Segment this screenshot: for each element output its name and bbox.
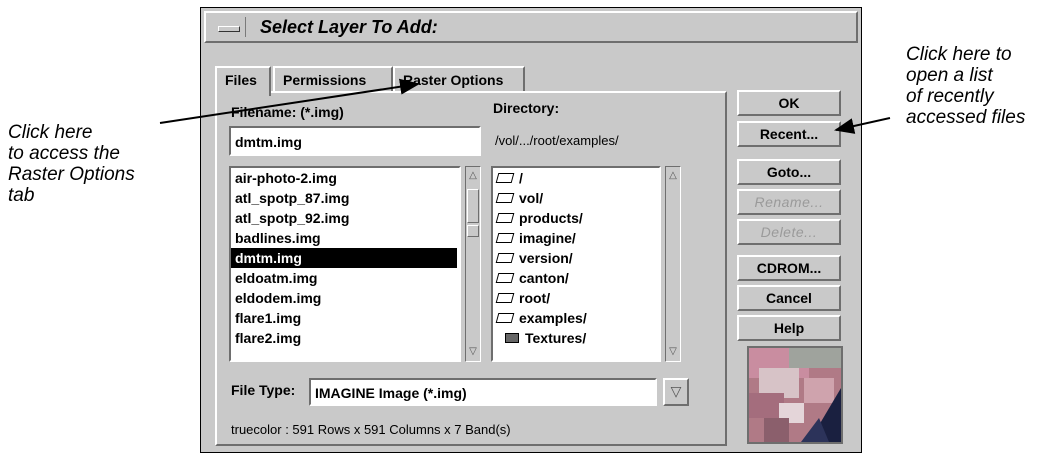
directory-name: / <box>519 170 523 186</box>
image-info: truecolor : 591 Rows x 591 Columns x 7 B… <box>231 422 511 437</box>
open-folder-icon <box>495 313 515 323</box>
title-bar[interactable]: Select Layer To Add: <box>204 11 858 43</box>
satellite-thumbnail <box>749 348 841 442</box>
filename-input[interactable]: dmtm.img <box>229 126 481 156</box>
directory-list[interactable]: / vol/products/imagine/version/canton/roo… <box>491 166 661 362</box>
directory-name: canton/ <box>519 270 569 286</box>
annotation-line: accessed files <box>906 107 1026 128</box>
file-list-item[interactable]: eldoatm.img <box>231 268 459 288</box>
directory-name: examples/ <box>519 310 587 326</box>
ok-button[interactable]: OK <box>737 90 841 116</box>
directory-list-item[interactable]: root/ <box>493 288 659 308</box>
select-layer-dialog: Select Layer To Add: Files Permissions R… <box>200 7 862 453</box>
file-list-item[interactable]: air-photo-2.img <box>231 168 459 188</box>
window-menu-icon[interactable] <box>210 17 246 37</box>
file-list-item[interactable]: flare2.img <box>231 328 459 348</box>
directory-name: root/ <box>519 290 551 306</box>
open-folder-icon <box>495 273 515 283</box>
open-folder-icon <box>495 253 515 263</box>
annotation-raster-options: Click here to access the Raster Options … <box>8 122 135 206</box>
file-list[interactable]: air-photo-2.img atl_spotp_87.img atl_spotp… <box>229 166 461 362</box>
directory-list-item[interactable]: products/ <box>493 208 659 228</box>
tab-raster-options[interactable]: Raster Options <box>393 66 525 92</box>
scroll-up-icon[interactable]: △ <box>667 169 679 183</box>
filename-label: Filename: (*.img) <box>231 104 344 120</box>
annotation-line: Click here <box>8 122 93 143</box>
annotation-line: open a list <box>906 65 993 86</box>
directory-name: version/ <box>519 250 573 266</box>
tab-permissions[interactable]: Permissions <box>273 66 393 92</box>
file-list-item[interactable]: atl_spotp_92.img <box>231 208 459 228</box>
tab-files[interactable]: Files <box>215 66 271 96</box>
open-folder-icon <box>495 193 515 203</box>
directory-name: products/ <box>519 210 583 226</box>
directory-list-item[interactable]: version/ <box>493 248 659 268</box>
file-list-scrollbar[interactable]: △ ▽ <box>465 166 481 362</box>
directory-list-item[interactable]: examples/ <box>493 308 659 328</box>
dialog-title: Select Layer To Add: <box>260 17 438 37</box>
closed-folder-icon <box>505 333 519 343</box>
directory-path: /vol/.../root/examples/ <box>495 133 619 148</box>
chevron-down-icon[interactable]: ▽ <box>663 378 689 406</box>
scroll-down-icon[interactable]: ▽ <box>467 345 479 359</box>
open-folder-icon <box>495 233 515 243</box>
open-folder-icon <box>495 213 515 223</box>
directory-list-item[interactable]: / <box>493 168 659 188</box>
directory-list-item[interactable]: Textures/ <box>493 328 659 348</box>
file-list-item[interactable]: flare1.img <box>231 308 459 328</box>
scroll-up-icon[interactable]: △ <box>467 169 479 183</box>
directory-name: imagine/ <box>519 230 576 246</box>
scroll-down-icon[interactable]: ▽ <box>667 345 679 359</box>
annotation-line: tab <box>8 185 35 206</box>
annotation-line: to access the <box>8 143 120 164</box>
file-list-item[interactable]: atl_spotp_87.img <box>231 188 459 208</box>
recent-button[interactable]: Recent... <box>737 121 841 147</box>
annotation-line: Raster Options <box>8 164 135 185</box>
file-list-item[interactable]: dmtm.img <box>231 248 457 268</box>
file-list-item[interactable]: badlines.img <box>231 228 459 248</box>
cancel-button[interactable]: Cancel <box>737 285 841 311</box>
open-folder-icon <box>495 173 515 183</box>
help-button[interactable]: Help <box>737 315 841 341</box>
goto-button[interactable]: Goto... <box>737 159 841 185</box>
image-preview <box>747 346 843 444</box>
delete-button[interactable]: Delete... <box>737 219 841 245</box>
annotation-recent: Click here to open a list of recently ac… <box>906 44 1025 128</box>
scroll-thumb[interactable] <box>467 189 479 223</box>
directory-list-scrollbar[interactable]: △ ▽ <box>665 166 681 362</box>
directory-label: Directory: <box>493 100 560 116</box>
cdrom-button[interactable]: CDROM... <box>737 255 841 281</box>
annotation-line: of recently <box>906 86 994 107</box>
open-folder-icon <box>495 293 515 303</box>
directory-list-item[interactable]: imagine/ <box>493 228 659 248</box>
directory-name: Textures/ <box>525 330 587 346</box>
directory-list-item[interactable]: canton/ <box>493 268 659 288</box>
file-type-select[interactable]: IMAGINE Image (*.img) <box>309 378 657 406</box>
annotation-line: Click here to <box>906 44 1012 65</box>
file-list-item[interactable]: eldodem.img <box>231 288 459 308</box>
directory-list-item[interactable]: vol/ <box>493 188 659 208</box>
rename-button[interactable]: Rename... <box>737 189 841 215</box>
directory-name: vol/ <box>519 190 544 206</box>
file-type-label: File Type: <box>231 382 296 398</box>
scroll-thumb-marker <box>467 225 479 237</box>
